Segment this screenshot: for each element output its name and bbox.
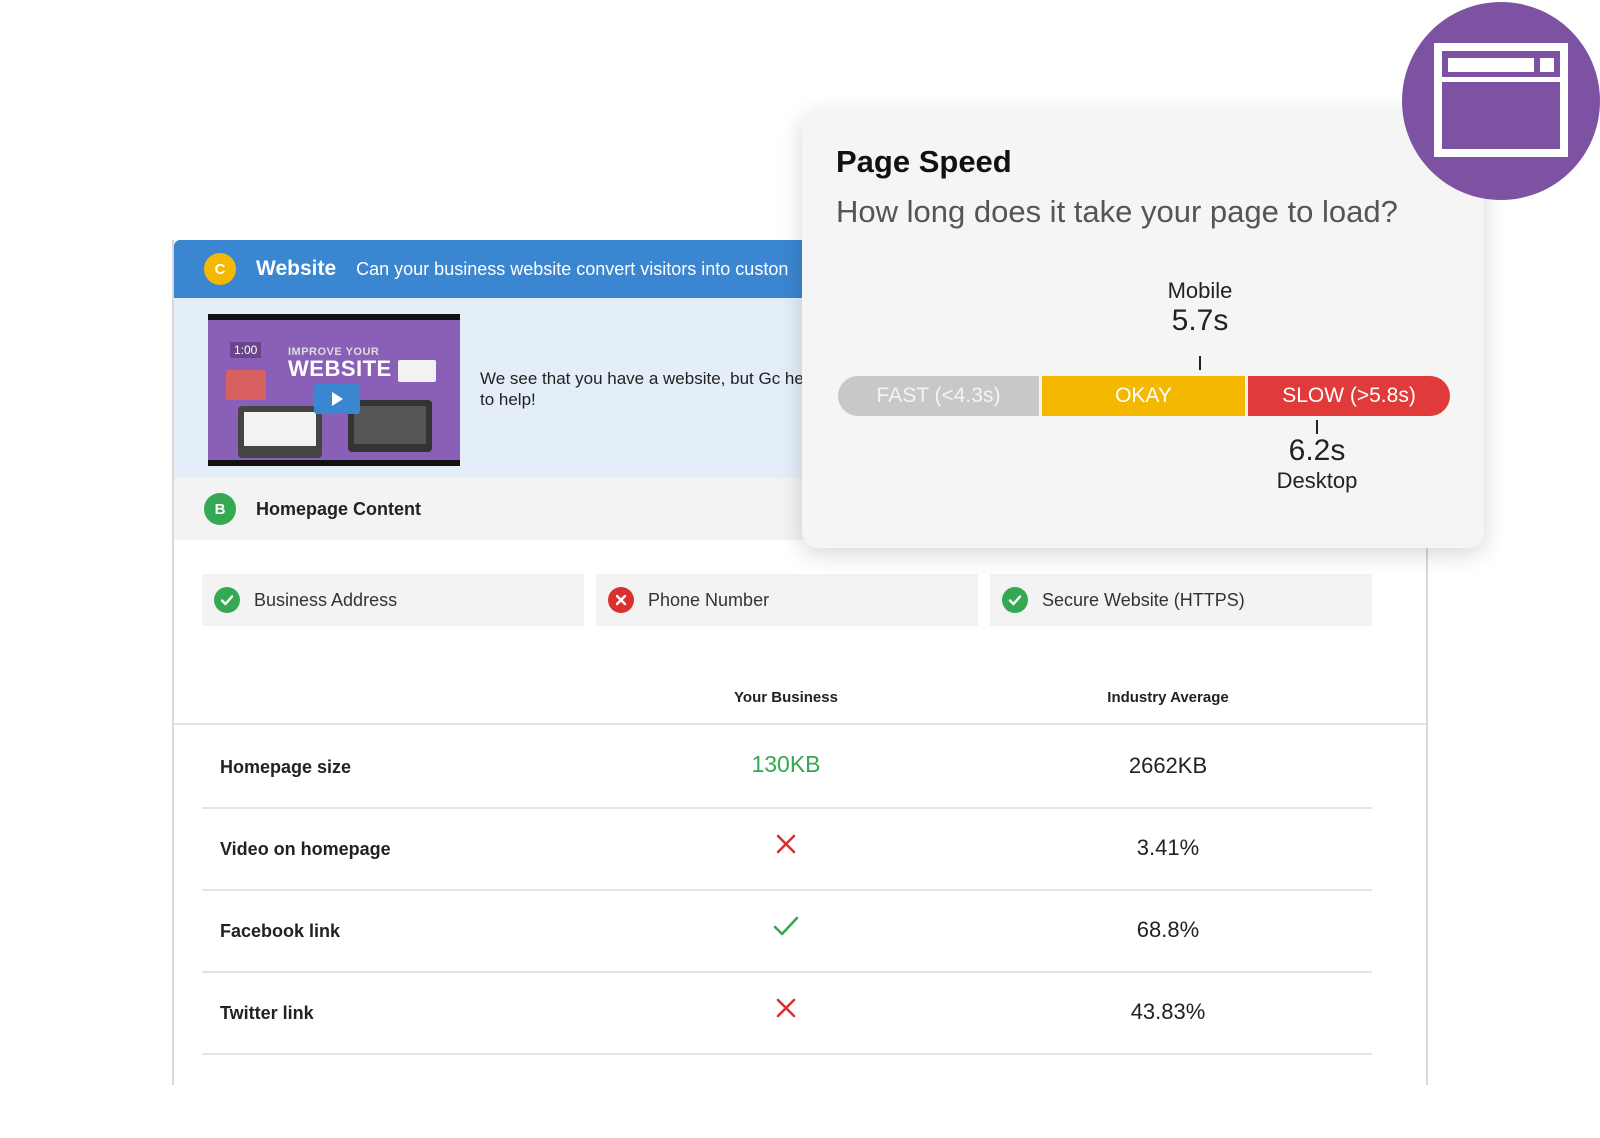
check-secure-website: Secure Website (HTTPS) <box>990 574 1372 626</box>
speed-segment-okay: OKAY <box>1042 376 1245 416</box>
video-timecode: 1:00 <box>230 342 262 358</box>
mobile-value: 5.7s <box>1171 304 1229 337</box>
homepage-grade-badge: B <box>204 493 236 525</box>
page-speed-question: How long does it take your page to load? <box>836 194 1398 229</box>
check-label: Secure Website (HTTPS) <box>1042 589 1245 610</box>
speed-scale-bar: FAST (<4.3s) OKAY SLOW (>5.8s) <box>838 376 1450 416</box>
browser-badge <box>1402 2 1600 200</box>
your-value <box>686 997 886 1025</box>
industry-average-value: 43.83% <box>1130 999 1206 1024</box>
check-label: Phone Number <box>648 589 770 610</box>
laptop-illustration <box>238 406 322 458</box>
x-circle-icon <box>608 587 634 613</box>
your-value: 130KB <box>751 751 821 777</box>
video-thumbnail[interactable]: 1:00 IMPROVE YOUR WEBSITE <box>208 314 460 466</box>
desktop-value: 6.2s <box>1288 434 1346 467</box>
mobile-marker: Mobile 5.7s <box>1120 278 1280 338</box>
website-section-subtitle: Can your business website convert visito… <box>356 258 789 279</box>
mobile-label: Mobile <box>1167 278 1233 303</box>
column-header-industry-average: Industry Average <box>1107 689 1229 706</box>
industry-average-value: 3.41% <box>1136 835 1200 860</box>
desktop-marker: 6.2s Desktop <box>1237 434 1397 494</box>
homepage-checks: Business Address Phone Number Secure Web… <box>202 574 1372 626</box>
table-row: Twitter link 43.83% <box>202 973 1372 1055</box>
homepage-section-title: Homepage Content <box>256 498 422 519</box>
play-icon <box>332 392 343 406</box>
industry-average-value: 2662KB <box>1128 753 1208 778</box>
mobile-tick <box>1199 356 1201 370</box>
website-grade-badge: C <box>204 253 236 285</box>
row-label: Twitter link <box>220 1003 314 1023</box>
comparison-table-header: Your Business Industry Average <box>174 685 1426 725</box>
check-circle-icon <box>214 587 240 613</box>
website-section-title: Website <box>256 257 337 280</box>
check-icon <box>773 916 799 936</box>
play-button[interactable] <box>314 384 360 414</box>
your-value <box>686 915 886 943</box>
video-description: We see that you have a website, but Gc h… <box>480 369 819 409</box>
row-label: Homepage size <box>220 757 352 777</box>
speed-segment-fast: FAST (<4.3s) <box>838 376 1039 416</box>
row-label: Facebook link <box>220 921 341 941</box>
your-value <box>686 833 886 861</box>
browser-window-icon <box>1434 43 1568 157</box>
industry-average-value: 68.8% <box>1136 917 1200 942</box>
tablet-illustration <box>226 370 266 400</box>
laptop-illustration <box>348 400 432 452</box>
cross-icon <box>776 998 796 1018</box>
table-row: Video on homepage 3.41% <box>202 809 1372 891</box>
desktop-label: Desktop <box>1276 468 1358 493</box>
desktop-tick <box>1316 420 1318 434</box>
speed-segment-slow: SLOW (>5.8s) <box>1248 376 1450 416</box>
check-phone-number: Phone Number <box>596 574 978 626</box>
column-header-your-business: Your Business <box>734 689 838 706</box>
table-row: Homepage size 130KB 2662KB <box>202 727 1372 809</box>
phone-illustration <box>398 360 436 382</box>
page-speed-title: Page Speed <box>836 144 1012 179</box>
page-speed-card: Page Speed How long does it take your pa… <box>802 110 1484 548</box>
check-label: Business Address <box>254 589 398 610</box>
cross-icon <box>776 834 796 854</box>
check-business-address: Business Address <box>202 574 584 626</box>
video-title-line2: WEBSITE <box>288 356 392 381</box>
row-label: Video on homepage <box>220 839 391 859</box>
check-circle-icon <box>1002 587 1028 613</box>
table-row: Facebook link 68.8% <box>202 891 1372 973</box>
